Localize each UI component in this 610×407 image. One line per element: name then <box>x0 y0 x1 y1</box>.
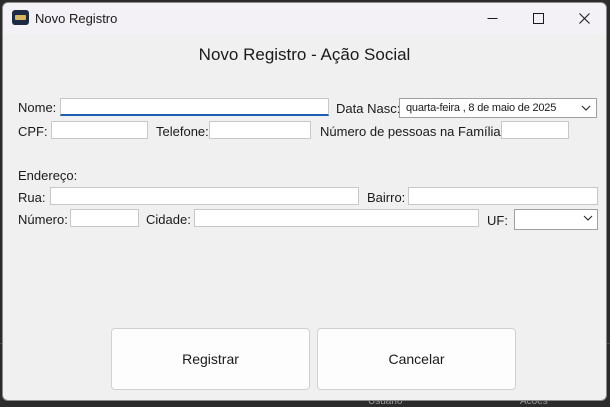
numero-label: Número: <box>18 212 68 227</box>
minimize-button[interactable] <box>469 3 515 34</box>
pessoas-familia-input[interactable] <box>501 121 569 139</box>
maximize-button[interactable] <box>515 3 561 34</box>
endereco-label: Endereço: <box>18 168 78 183</box>
data-nasc-label: Data Nasc: <box>336 101 401 116</box>
data-nasc-dropdown[interactable] <box>578 99 594 117</box>
telefone-input[interactable] <box>209 121 311 139</box>
title-bar[interactable]: Novo Registro <box>3 3 606 34</box>
app-icon <box>12 10 29 25</box>
form-heading: Novo Registro - Ação Social <box>198 45 411 64</box>
close-button[interactable] <box>561 3 606 34</box>
telefone-label: Telefone: <box>156 124 209 139</box>
uf-label: UF: <box>487 213 508 228</box>
registrar-button[interactable]: Registrar <box>111 328 310 390</box>
bairro-label: Bairro: <box>367 190 406 205</box>
nome-label: Nome: <box>18 100 57 115</box>
maximize-icon <box>532 13 544 24</box>
data-nasc-value: quarta-feira , 8 de maio de 2025 <box>406 102 557 114</box>
cpf-label: CPF: <box>18 124 48 139</box>
cidade-input[interactable] <box>194 209 479 227</box>
chevron-down-icon <box>581 105 591 111</box>
cpf-input[interactable] <box>51 121 148 139</box>
close-icon <box>578 13 590 24</box>
numero-input[interactable] <box>70 209 139 227</box>
minimize-icon <box>487 18 497 19</box>
registro-window: Novo Registro Novo Registro - Ação Socia… <box>2 2 607 401</box>
cidade-label: Cidade: <box>146 212 191 227</box>
bairro-input[interactable] <box>408 187 598 205</box>
uf-select[interactable] <box>514 209 598 230</box>
window-title: Novo Registro <box>35 11 118 26</box>
rua-label: Rua: <box>18 190 46 205</box>
data-nasc-picker[interactable]: quarta-feira , 8 de maio de 2025 <box>399 98 597 118</box>
nome-input[interactable] <box>60 98 329 116</box>
cancelar-button[interactable]: Cancelar <box>317 328 516 390</box>
rua-input[interactable] <box>50 187 359 205</box>
chevron-down-icon <box>583 215 593 221</box>
pessoas-familia-label: Número de pessoas na Família: <box>320 124 505 139</box>
